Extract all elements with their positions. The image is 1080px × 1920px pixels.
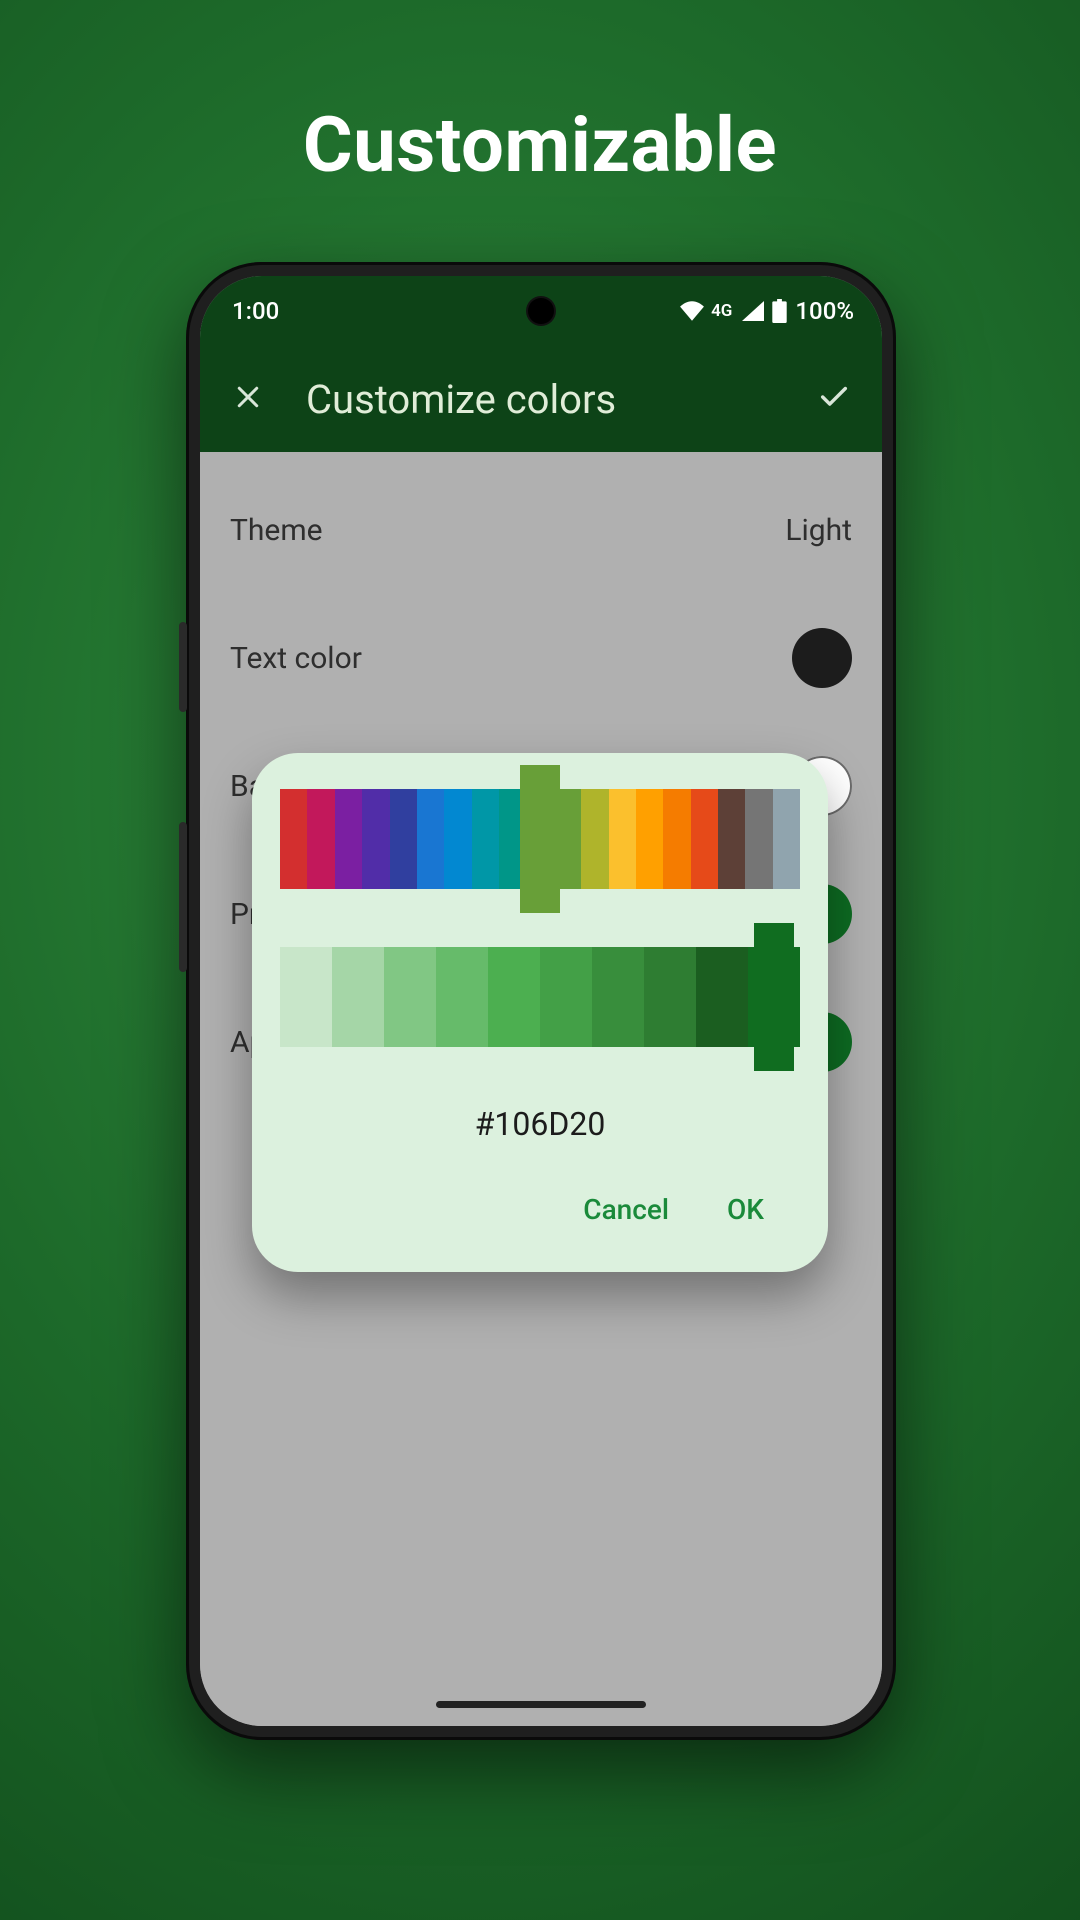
hue-segment[interactable]: [444, 789, 471, 889]
hue-segment[interactable]: [609, 789, 636, 889]
shade-segment[interactable]: [436, 947, 488, 1047]
setting-label: Text color: [230, 641, 362, 676]
hue-segment[interactable]: [472, 789, 499, 889]
status-indicators: 4G 100%: [679, 297, 854, 325]
hue-segment[interactable]: [362, 789, 389, 889]
shade-segment[interactable]: [280, 947, 332, 1047]
hue-segment[interactable]: [581, 789, 608, 889]
app-bar: Customize colors: [200, 346, 882, 452]
shade-segment[interactable]: [384, 947, 436, 1047]
front-camera: [528, 298, 554, 324]
close-button[interactable]: [224, 375, 272, 423]
gesture-bar: [436, 1701, 646, 1708]
status-time: 1:00: [232, 297, 279, 325]
confirm-button[interactable]: [810, 375, 858, 423]
shade-segment[interactable]: [488, 947, 540, 1047]
shade-segment[interactable]: [332, 947, 384, 1047]
shade-segment[interactable]: [540, 947, 592, 1047]
app-bar-title: Customize colors: [306, 376, 776, 423]
shade-segment[interactable]: [592, 947, 644, 1047]
color-swatch: [792, 628, 852, 688]
setting-text-color[interactable]: Text color: [200, 594, 882, 722]
hue-segment[interactable]: [335, 789, 362, 889]
phone-side-button: [179, 622, 187, 712]
shade-segment[interactable]: [696, 947, 748, 1047]
promo-title: Customizable: [0, 100, 1080, 190]
check-icon: [817, 380, 851, 418]
hue-segment[interactable]: [390, 789, 417, 889]
hue-segment[interactable]: [718, 789, 745, 889]
hue-segment[interactable]: [307, 789, 334, 889]
close-icon: [233, 382, 263, 416]
battery-text: 100%: [795, 297, 854, 325]
hue-segment[interactable]: [280, 789, 307, 889]
phone-side-button: [179, 822, 187, 972]
hue-segment[interactable]: [636, 789, 663, 889]
hue-thumb[interactable]: [520, 765, 560, 913]
setting-theme[interactable]: Theme Light: [200, 466, 882, 594]
setting-value: Light: [785, 513, 852, 548]
cancel-button[interactable]: Cancel: [583, 1193, 669, 1226]
hue-segment[interactable]: [691, 789, 718, 889]
hue-track[interactable]: [280, 789, 800, 889]
hue-segment[interactable]: [773, 789, 800, 889]
hex-value: #106D20: [280, 1105, 800, 1143]
dialog-actions: Cancel OK: [280, 1183, 800, 1244]
shade-track[interactable]: [280, 947, 800, 1047]
hue-segment[interactable]: [745, 789, 772, 889]
battery-icon: [772, 299, 787, 323]
shade-thumb[interactable]: [754, 923, 794, 1071]
hue-segment[interactable]: [663, 789, 690, 889]
setting-label: Theme: [230, 513, 323, 548]
signal-icon: [740, 301, 764, 321]
wifi-icon: [679, 301, 705, 321]
shade-segment[interactable]: [644, 947, 696, 1047]
ok-button[interactable]: OK: [727, 1193, 764, 1226]
network-label: 4G: [711, 301, 732, 321]
hue-segment[interactable]: [417, 789, 444, 889]
color-picker-dialog: #106D20 Cancel OK: [252, 753, 828, 1272]
